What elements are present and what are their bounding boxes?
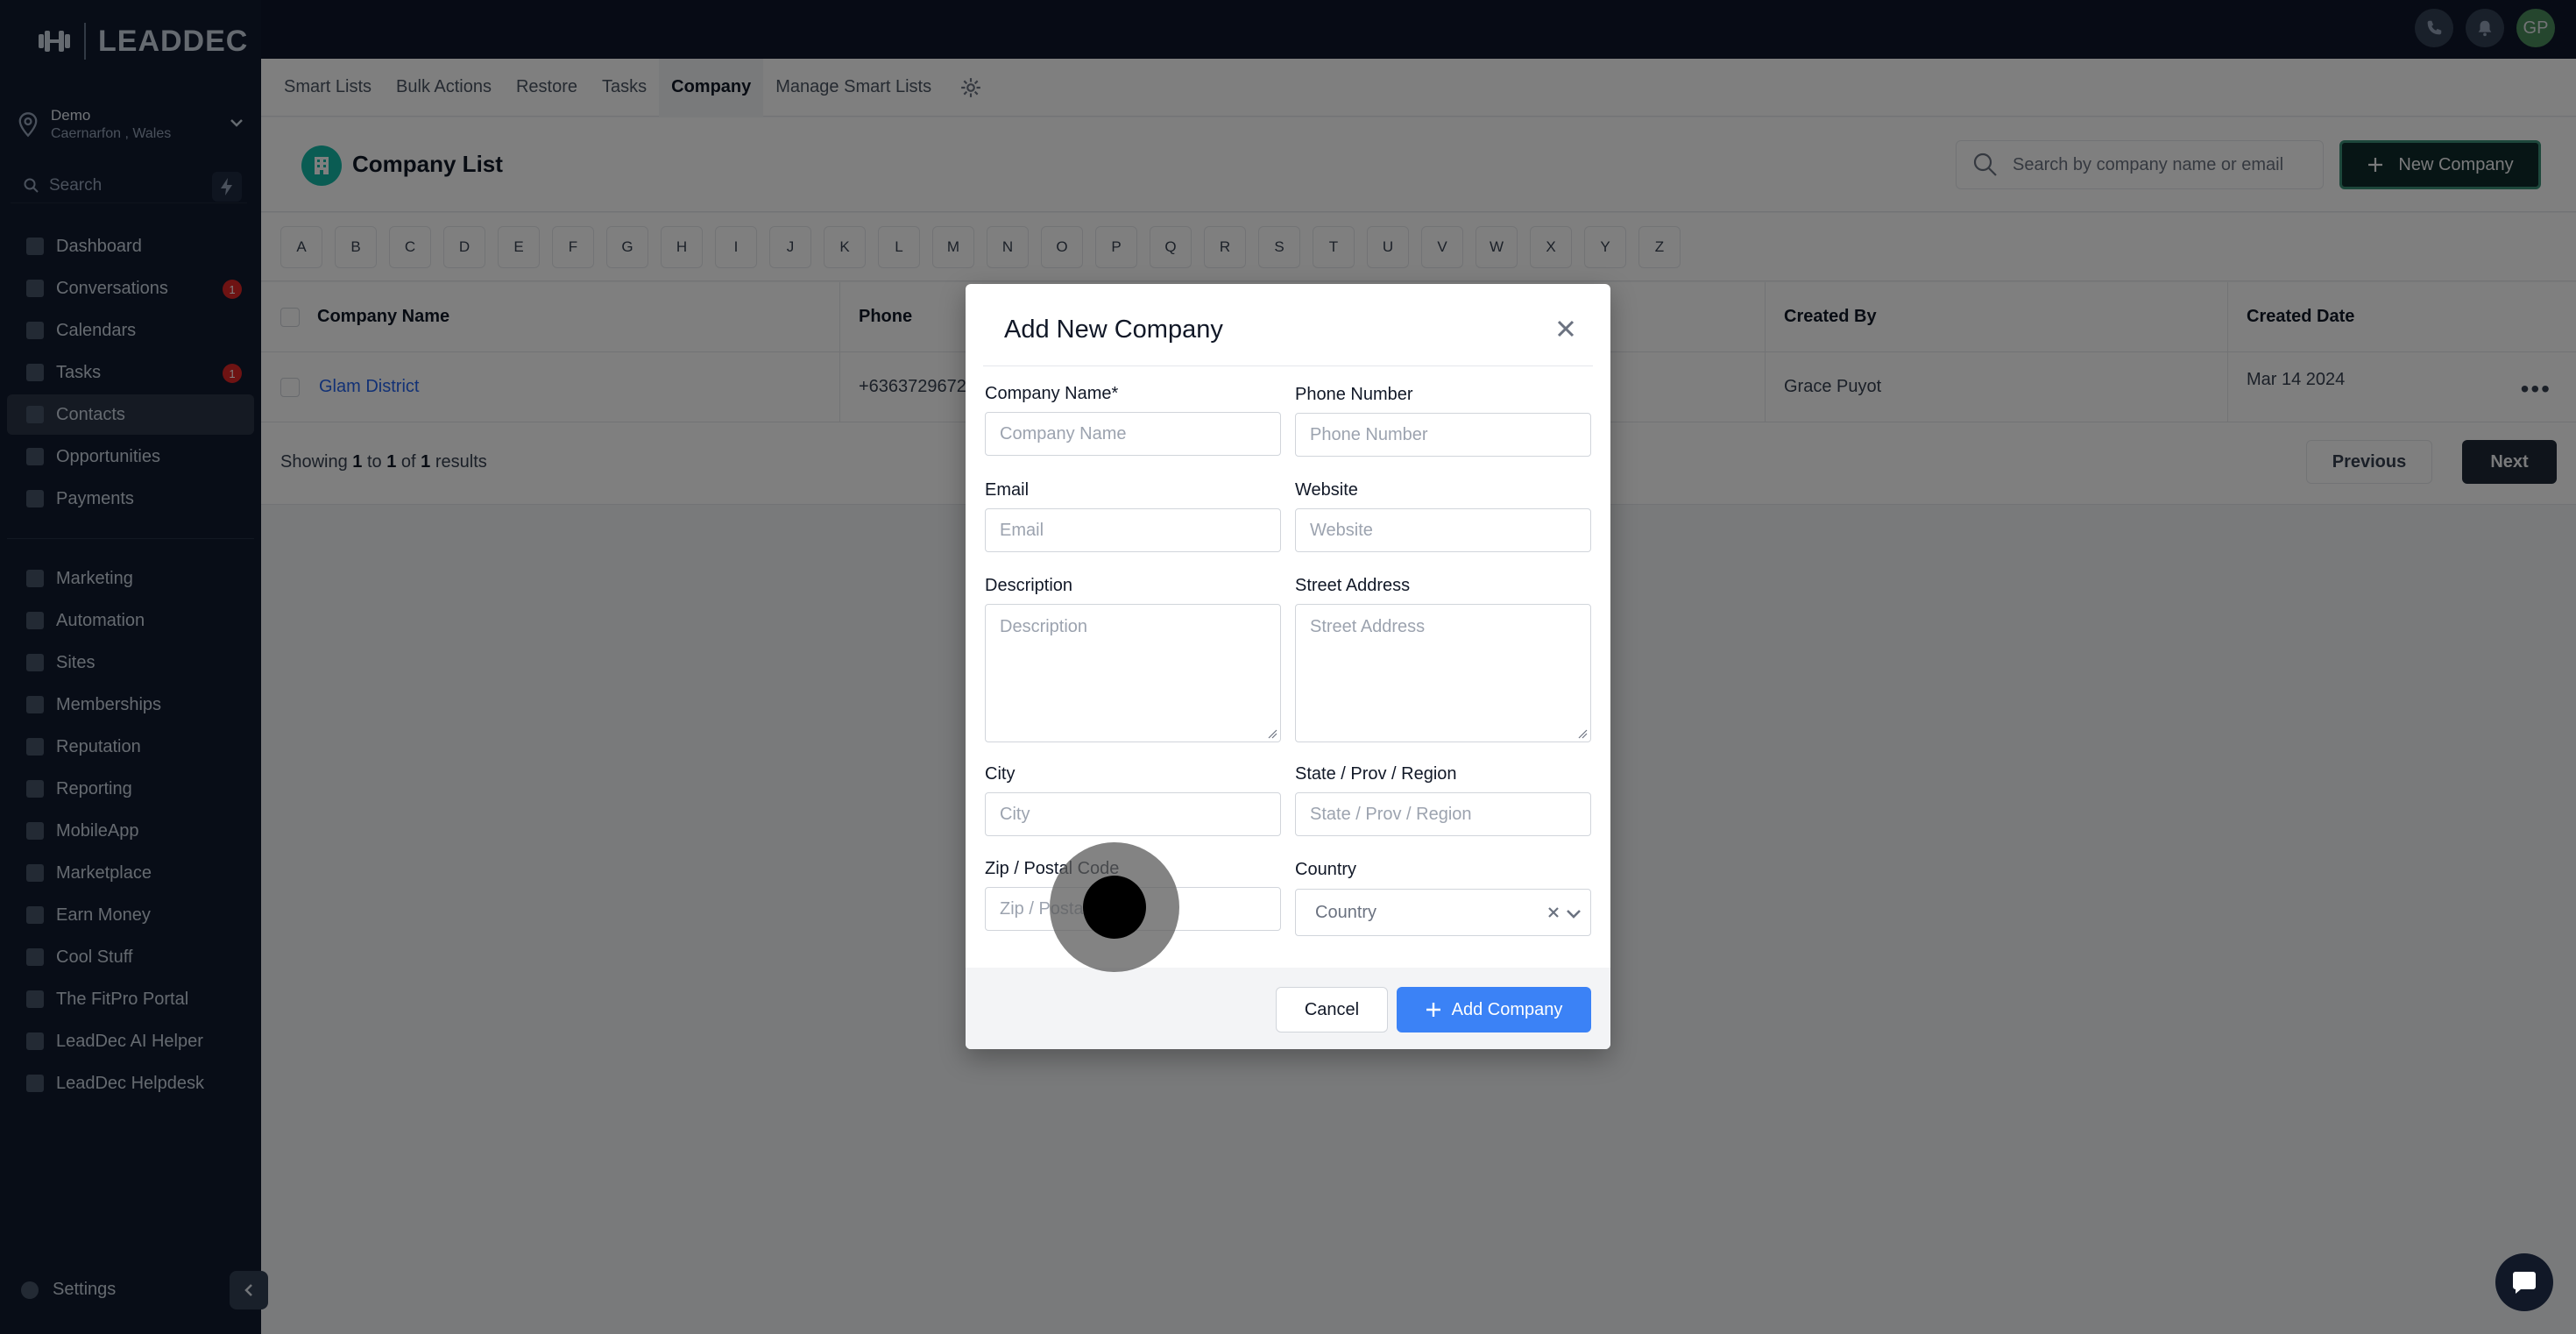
website-field[interactable]: Website — [1295, 508, 1591, 552]
street-address-field[interactable]: Street Address — [1295, 604, 1591, 742]
cancel-button[interactable]: Cancel — [1276, 987, 1388, 1032]
email-label: Email — [985, 480, 1030, 500]
resize-handle-icon[interactable] — [1267, 728, 1277, 739]
modal-divider — [983, 365, 1593, 366]
modal-footer: Cancel Add Company — [966, 968, 1610, 1049]
resize-handle-icon[interactable] — [1577, 728, 1588, 739]
plus-icon — [1426, 1003, 1440, 1017]
description-placeholder: Description — [1000, 617, 1088, 636]
company-name-field[interactable]: Company Name — [985, 412, 1281, 456]
add-company-button[interactable]: Add Company — [1397, 987, 1591, 1032]
email-field[interactable]: Email — [985, 508, 1281, 552]
click-indicator-dot — [1083, 876, 1146, 939]
website-label: Website — [1295, 480, 1358, 500]
country-placeholder: Country — [1315, 902, 1377, 922]
state-field[interactable]: State / Prov / Region — [1295, 792, 1591, 836]
description-field[interactable]: Description — [985, 604, 1281, 742]
city-label: City — [985, 764, 1016, 784]
chevron-down-icon[interactable] — [1564, 904, 1583, 923]
chat-bubble-icon — [2513, 1272, 2536, 1294]
state-label: State / Prov / Region — [1295, 764, 1457, 784]
city-field[interactable]: City — [985, 792, 1281, 836]
add-company-label: Add Company — [1451, 999, 1563, 1019]
modal-title: Add New Company — [1004, 316, 1223, 344]
country-label: Country — [1295, 860, 1357, 879]
clear-icon[interactable] — [1546, 905, 1560, 919]
description-label: Description — [985, 576, 1073, 595]
street-address-label: Street Address — [1295, 576, 1411, 595]
street-address-placeholder: Street Address — [1310, 617, 1426, 636]
chat-widget-button[interactable] — [2495, 1253, 2553, 1311]
close-icon[interactable] — [1554, 317, 1577, 340]
phone-number-field[interactable]: Phone Number — [1295, 413, 1591, 457]
company-name-label: Company Name* — [985, 384, 1119, 403]
phone-number-label: Phone Number — [1295, 385, 1413, 404]
country-select[interactable]: Country — [1295, 889, 1591, 936]
